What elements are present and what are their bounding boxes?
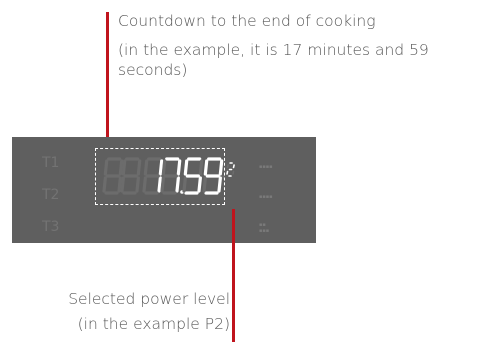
countdown-annotation-title: Countdown to the end of cooking — [118, 12, 376, 30]
power-annotation-example: (in the example P2) — [77, 315, 230, 334]
power-annotation-title: Selected power level — [68, 290, 230, 308]
countdown-annotation-example: (in the example, it is 17 minutes and 59… — [118, 41, 429, 79]
countdown-annotation: Countdown to the end of cooking (in the … — [118, 12, 478, 80]
countdown-highlight-box — [95, 148, 225, 205]
power-leader-line — [232, 209, 235, 342]
power-annotation: Selected power level (in the example P2) — [68, 290, 230, 335]
power-level-digit — [226, 162, 235, 177]
cooktop-display-panel: T1 T2 T3 ▪▪▪▪ ▪▪▪▪ ▪▪ ▪▪▪ ▮ — [12, 137, 316, 243]
countdown-leader-line — [106, 12, 109, 149]
